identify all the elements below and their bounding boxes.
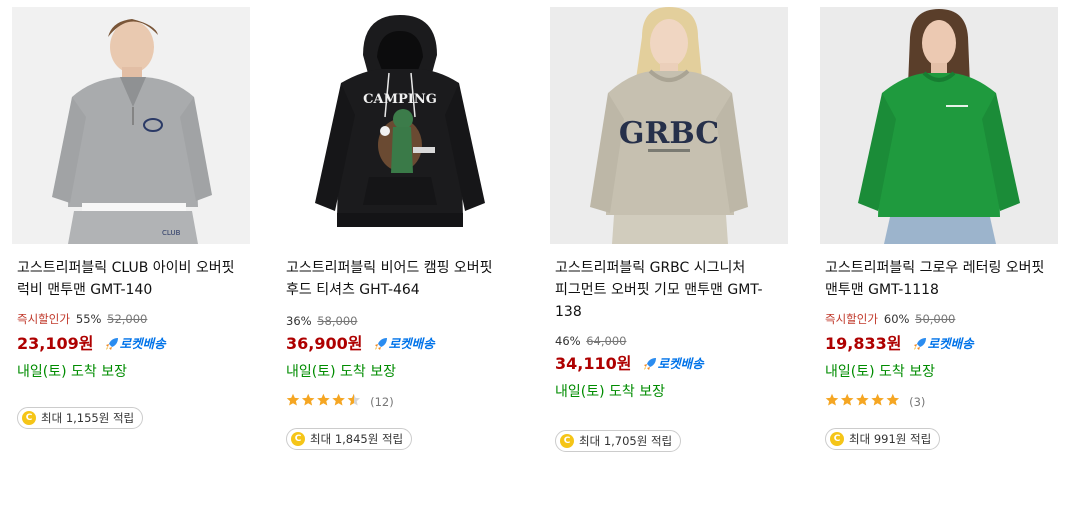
review-count: (3)	[909, 394, 926, 409]
discount-rate: 55%	[75, 312, 102, 326]
grbc-print-text: GRBC	[619, 116, 719, 151]
cash-coin-icon: C	[560, 434, 574, 448]
product-image[interactable]: GRBC	[550, 7, 788, 244]
product-title[interactable]: 고스트리퍼블릭 그로우 레터링 오버핏 맨투맨 GMT-1118	[825, 257, 1053, 301]
star-rating-icon	[286, 392, 362, 411]
star-icon	[317, 393, 330, 406]
product-title[interactable]: 고스트리퍼블릭 비어드 캠핑 오버핏 후드 티셔츠 GHT-464	[286, 257, 514, 301]
rating: (12)	[286, 391, 394, 409]
rocket-delivery-badge: 로켓배송	[643, 353, 704, 372]
cashback-text: 최대 1,155원 적립	[41, 411, 135, 425]
rocket-icon	[643, 358, 656, 370]
price-row: 34,110원 로켓배송	[555, 350, 704, 373]
rocket-delivery-badge: 로켓배송	[105, 333, 166, 352]
star-icon	[332, 393, 345, 406]
cashback-text: 최대 991원 적립	[849, 432, 932, 446]
svg-text:CLUB: CLUB	[162, 229, 181, 237]
cash-coin-icon: C	[291, 432, 305, 446]
sale-price: 34,110원	[555, 354, 632, 373]
sale-price: 36,900원	[286, 334, 363, 353]
instant-discount-label: 즉시할인가	[17, 312, 70, 326]
price-meta: 즉시할인가 60% 50,000	[825, 312, 955, 326]
delivery-guarantee: 내일(토) 도착 보장	[17, 364, 127, 380]
rocket-icon	[105, 338, 118, 350]
rocket-icon	[913, 338, 926, 350]
price-meta: 36% 58,000	[286, 314, 357, 328]
star-icon	[856, 393, 869, 406]
original-price: 52,000	[107, 312, 148, 326]
product-image[interactable]: CLUB	[12, 7, 250, 244]
delivery-guarantee: 내일(토) 도착 보장	[286, 364, 396, 380]
product-title[interactable]: 고스트리퍼블릭 GRBC 시그니처 피그먼트 오버핏 기모 맨투맨 GMT-13…	[555, 257, 783, 323]
delivery-guarantee: 내일(토) 도착 보장	[555, 384, 665, 400]
delivery-guarantee: 내일(토) 도착 보장	[825, 364, 935, 380]
cash-coin-icon: C	[22, 411, 36, 425]
price-row: 19,833원 로켓배송	[825, 330, 974, 353]
original-price: 64,000	[586, 334, 627, 348]
original-price: 50,000	[915, 312, 956, 326]
sale-price: 23,109원	[17, 334, 94, 353]
cashback-badge: C 최대 1,705원 적립	[555, 430, 682, 452]
discount-rate: 36%	[286, 314, 312, 328]
star-icon	[840, 393, 854, 406]
star-rating-icon	[825, 392, 901, 411]
star-icon	[286, 393, 300, 406]
sale-price: 19,833원	[825, 334, 902, 353]
rocket-label: 로켓배송	[388, 335, 435, 351]
rocket-label: 로켓배송	[927, 335, 974, 351]
star-icon	[825, 393, 839, 406]
product-image[interactable]: CAMPING	[281, 7, 519, 244]
cashback-badge: C 최대 1,845원 적립	[286, 428, 413, 450]
price-meta: 즉시할인가 55% 52,000	[17, 312, 147, 326]
rating: (3)	[825, 391, 926, 409]
star-icon	[347, 393, 361, 406]
discount-rate: 46%	[555, 334, 581, 348]
rocket-icon	[374, 338, 387, 350]
product-title[interactable]: 고스트리퍼블릭 CLUB 아이비 오버핏 럭비 맨투맨 GMT-140	[17, 257, 245, 301]
star-icon	[871, 393, 884, 406]
cashback-text: 최대 1,845원 적립	[310, 432, 404, 446]
instant-discount-label: 즉시할인가	[825, 312, 878, 326]
rocket-label: 로켓배송	[657, 355, 704, 371]
cashback-badge: C 최대 991원 적립	[825, 428, 941, 450]
discount-rate: 60%	[883, 312, 910, 326]
cashback-badge: C 최대 1,155원 적립	[17, 407, 144, 429]
rocket-delivery-badge: 로켓배송	[913, 333, 974, 352]
rocket-label: 로켓배송	[119, 335, 166, 351]
cash-coin-icon: C	[830, 432, 844, 446]
original-price: 58,000	[317, 314, 358, 328]
product-image[interactable]	[820, 7, 1058, 244]
star-icon	[301, 393, 315, 406]
price-row: 23,109원 로켓배송	[17, 330, 166, 353]
price-meta: 46% 64,000	[555, 334, 626, 348]
star-icon	[886, 393, 900, 406]
cashback-text: 최대 1,705원 적립	[579, 434, 673, 448]
camping-print-text: CAMPING	[363, 92, 437, 107]
price-row: 36,900원 로켓배송	[286, 330, 435, 353]
review-count: (12)	[370, 394, 394, 409]
rocket-delivery-badge: 로켓배송	[374, 333, 435, 352]
